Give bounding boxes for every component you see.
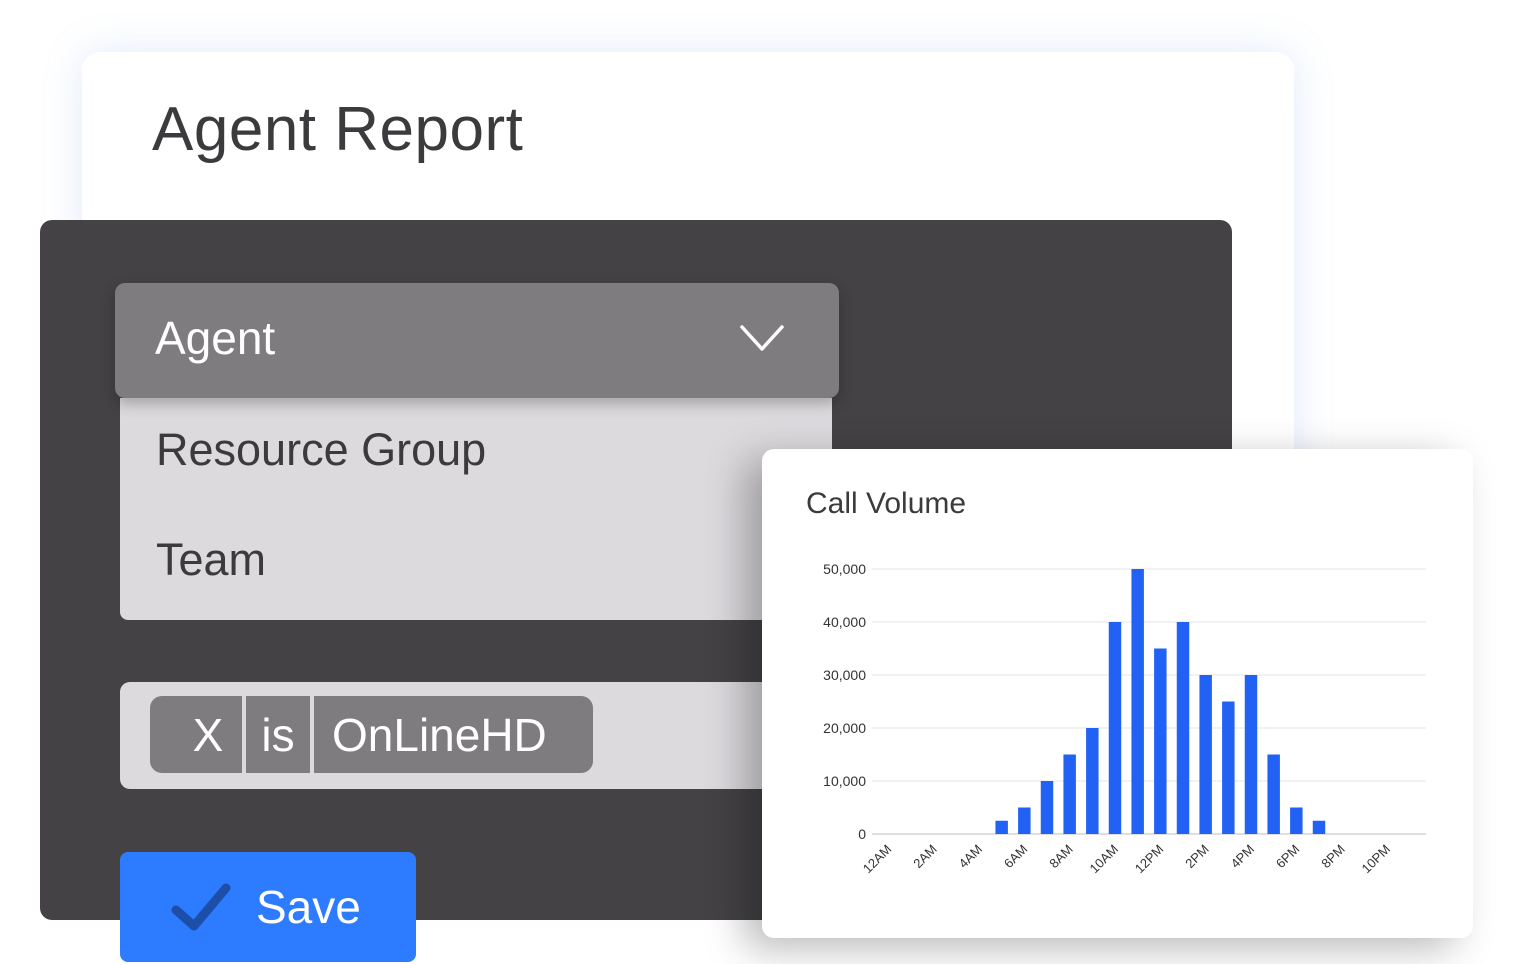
page-title: Agent Report bbox=[152, 95, 524, 164]
call-volume-chart-card: Call Volume 0 10,000 20,000 30,000 40,000 50,… bbox=[762, 449, 1473, 938]
bar bbox=[1040, 781, 1054, 834]
bar bbox=[1108, 622, 1122, 834]
save-button[interactable]: Save bbox=[120, 852, 416, 962]
y-tick-label: 10,000 bbox=[823, 773, 866, 789]
x-tick-label: 4AM bbox=[956, 842, 986, 872]
dropdown-selected-label: Agent bbox=[155, 312, 276, 364]
filter-operator[interactable]: is bbox=[246, 696, 310, 773]
dropdown-menu: Resource Group Team bbox=[120, 398, 832, 620]
group-by-dropdown[interactable]: Agent bbox=[115, 283, 839, 398]
bar bbox=[1199, 675, 1212, 834]
bar bbox=[1176, 622, 1190, 834]
x-tick-label: 12AM bbox=[860, 842, 895, 877]
bar bbox=[1154, 648, 1167, 834]
bar bbox=[1086, 728, 1099, 834]
y-tick-label: 0 bbox=[858, 826, 866, 842]
remove-filter-button[interactable]: X bbox=[150, 696, 242, 773]
x-tick-label: 2PM bbox=[1182, 842, 1212, 872]
x-tick-label: 8PM bbox=[1318, 842, 1348, 872]
call-volume-chart: 0 10,000 20,000 30,000 40,000 50,000 12AM 2AM 4A… bbox=[823, 561, 1426, 877]
bar bbox=[1244, 675, 1258, 834]
menu-item-resource-group[interactable]: Resource Group bbox=[156, 424, 486, 476]
y-tick-label: 40,000 bbox=[823, 614, 866, 630]
bar bbox=[1222, 701, 1235, 834]
y-tick-label: 30,000 bbox=[823, 667, 866, 683]
x-tick-label: 6PM bbox=[1273, 842, 1303, 872]
x-tick-label: 2AM bbox=[910, 842, 940, 872]
checkmark-icon bbox=[171, 883, 231, 931]
menu-item-team[interactable]: Team bbox=[156, 534, 266, 586]
y-tick-label: 20,000 bbox=[823, 720, 866, 736]
x-tick-label: 12PM bbox=[1132, 842, 1167, 877]
bar bbox=[1063, 754, 1076, 834]
filter-chip: X is OnLineHD bbox=[150, 696, 593, 773]
x-tick-label: 10AM bbox=[1086, 842, 1121, 877]
bar bbox=[1312, 820, 1326, 834]
save-button-label: Save bbox=[256, 881, 361, 933]
x-tick-label: 10PM bbox=[1358, 842, 1393, 877]
bar bbox=[1267, 754, 1280, 834]
y-tick-label: 50,000 bbox=[823, 561, 866, 577]
bar bbox=[995, 820, 1008, 834]
bar bbox=[1018, 807, 1031, 834]
bar bbox=[1290, 807, 1303, 834]
x-tick-label: 6AM bbox=[1001, 842, 1031, 872]
x-tick-label: 8AM bbox=[1046, 842, 1076, 872]
filter-value[interactable]: OnLineHD bbox=[314, 696, 593, 773]
chevron-down-icon bbox=[740, 325, 784, 351]
filter-row: X is OnLineHD bbox=[120, 682, 832, 789]
bar bbox=[1131, 569, 1144, 834]
x-tick-label: 4PM bbox=[1228, 842, 1258, 872]
